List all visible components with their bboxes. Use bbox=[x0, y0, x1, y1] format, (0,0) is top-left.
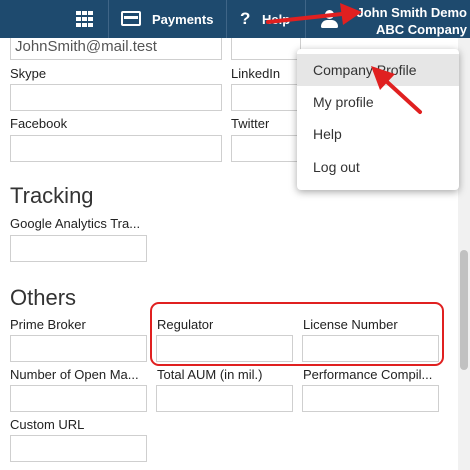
arrow-head bbox=[340, 3, 362, 25]
annotation-arrows bbox=[266, 3, 422, 114]
arrow-to-company-profile bbox=[383, 78, 422, 114]
arrow-to-user-menu bbox=[266, 12, 344, 24]
